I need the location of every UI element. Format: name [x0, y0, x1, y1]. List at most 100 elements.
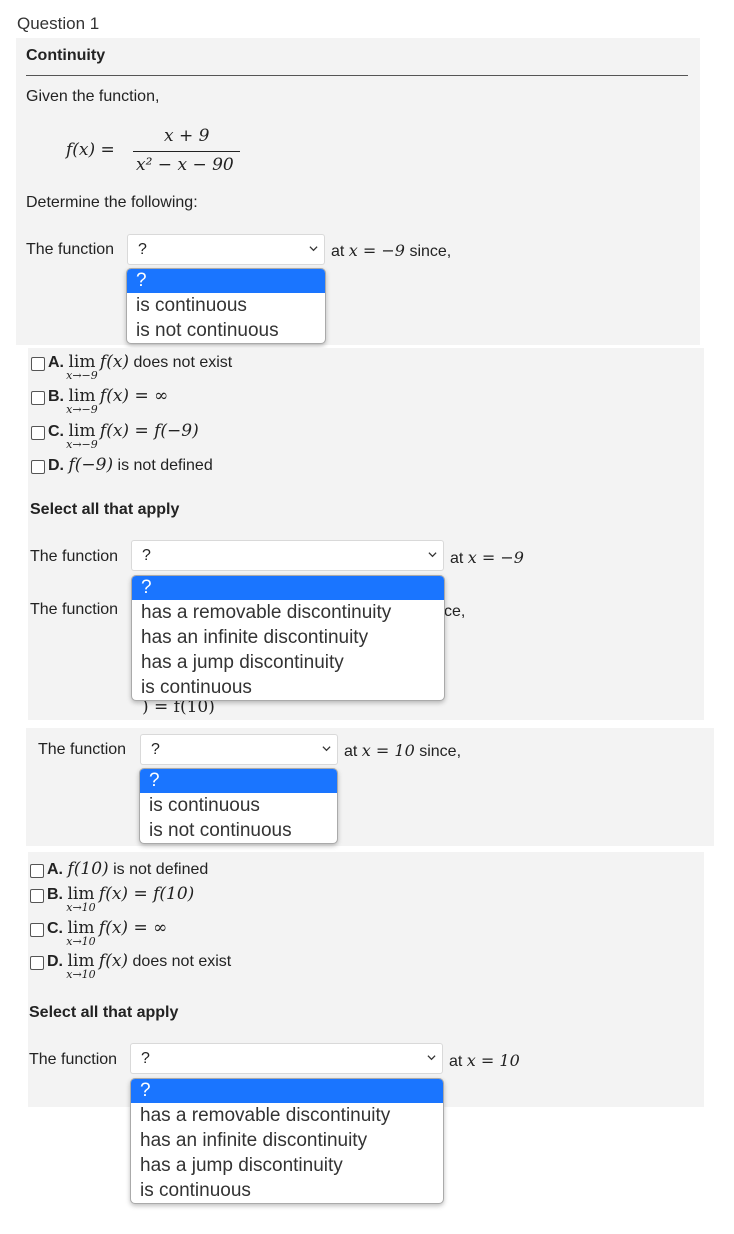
question-panel-top [16, 38, 700, 345]
dropdown-option[interactable]: has an infinite discontinuity [132, 625, 444, 650]
lim-operator: lim x→−9 [66, 421, 98, 451]
choice-c: C. lim x→−9 f(x) = f(−9) [48, 421, 199, 451]
choice-letter: D. [47, 953, 63, 970]
choice-a-checkbox[interactable] [30, 864, 44, 878]
choice-b-checkbox[interactable] [30, 889, 44, 903]
part2-partial-tail: ce, [444, 603, 466, 620]
dropdown-option[interactable]: has an infinite discontinuity [131, 1128, 443, 1153]
dropdown-option[interactable]: has a removable discontinuity [131, 1103, 443, 1128]
choice-d: D. f(−9) is not defined [48, 455, 213, 475]
chevron-down-icon [428, 552, 437, 558]
part1-select[interactable]: ? [127, 234, 325, 265]
lim-operator: lim x→10 [66, 951, 95, 981]
choice-tail: is not defined [113, 861, 209, 878]
lim-sub: x→−9 [66, 369, 98, 382]
choice-expr: f(x) = ∞ [98, 918, 168, 938]
choice-b: B. lim x→−9 f(x) = ∞ [48, 386, 169, 416]
intro-text: Given the function, [26, 88, 160, 105]
title-divider [26, 75, 688, 76]
part4-dropdown-menu[interactable]: ? has a removable discontinuity has an i… [130, 1078, 444, 1204]
lim-operator: lim x→10 [66, 918, 95, 948]
choice-c: C. lim x→10 f(x) = ∞ [47, 918, 168, 948]
choice-expr: f(x) = f(−9) [99, 421, 199, 441]
dropdown-option[interactable]: ? [132, 576, 444, 600]
part1-eq: x = −9 [348, 241, 405, 260]
part2-select[interactable]: ? [131, 540, 444, 571]
lim-sub: x→−9 [66, 403, 98, 416]
part4-prefix: The function [29, 1051, 118, 1068]
choice-expr: f(−9) [68, 455, 114, 475]
dropdown-option[interactable]: is not continuous [140, 818, 337, 843]
part3-eq: x = 10 [361, 741, 415, 760]
choice-d-checkbox[interactable] [31, 460, 45, 474]
lim-operator: lim x→−9 [66, 386, 98, 416]
chevron-down-icon [427, 1055, 436, 1061]
part2-second-prefix: The function [30, 601, 119, 618]
part3-at: at [344, 743, 358, 760]
choice-a-checkbox[interactable] [31, 357, 45, 371]
choice-expr: f(x) [98, 951, 129, 971]
part2-select-value: ? [142, 547, 151, 564]
lim-sub: x→10 [66, 935, 96, 948]
choice-b: B. lim x→10 f(x) = f(10) [47, 884, 195, 914]
part4-suffix: at x = 10 [449, 1051, 520, 1071]
dropdown-option[interactable]: ? [131, 1079, 443, 1103]
part4-select-value: ? [141, 1050, 150, 1067]
select-all-hint: Select all that apply [30, 501, 180, 518]
dropdown-option[interactable]: is continuous [132, 675, 444, 700]
chevron-down-icon [309, 246, 318, 252]
part4-select[interactable]: ? [130, 1043, 443, 1074]
choice-d-checkbox[interactable] [30, 956, 44, 970]
lim-sub: x→−9 [66, 438, 98, 451]
determine-text: Determine the following: [26, 194, 198, 211]
function-denominator: x² − x − 90 [136, 155, 234, 175]
part2-prefix: The function [30, 548, 119, 565]
choice-letter: B. [47, 886, 63, 903]
function-lhs: f(x) = [66, 140, 115, 160]
dropdown-option[interactable]: is continuous [127, 293, 325, 318]
lim-operator: lim x→10 [66, 884, 95, 914]
part3-prefix: The function [38, 741, 127, 758]
dropdown-option[interactable]: ? [140, 769, 337, 793]
dropdown-option[interactable]: has a jump discontinuity [132, 650, 444, 675]
choice-a: A. lim x→−9 f(x) does not exist [48, 352, 232, 382]
chevron-down-icon [322, 746, 331, 752]
choice-tail: does not exist [132, 953, 232, 970]
choice-letter: A. [48, 354, 64, 371]
part3-select-value: ? [151, 741, 160, 758]
part1-dropdown-menu[interactable]: ? is continuous is not continuous [126, 268, 326, 344]
part3-dropdown-menu[interactable]: ? is continuous is not continuous [139, 768, 338, 844]
part1-select-value: ? [138, 241, 147, 258]
dropdown-option[interactable]: is not continuous [127, 318, 325, 343]
choice-expr: f(x) [99, 352, 130, 372]
choice-tail: is not defined [117, 457, 213, 474]
question-label: Question 1 [17, 14, 100, 33]
choice-b-checkbox[interactable] [31, 391, 45, 405]
dropdown-option[interactable]: is continuous [131, 1178, 443, 1203]
choice-d: D. lim x→10 f(x) does not exist [47, 951, 232, 981]
dropdown-option[interactable]: has a removable discontinuity [132, 600, 444, 625]
choice-expr: f(x) = f(10) [98, 884, 195, 904]
choice-expr: f(x) = ∞ [99, 386, 169, 406]
function-numerator: x + 9 [164, 126, 210, 146]
select-all-hint: Select all that apply [29, 1004, 179, 1021]
part3-since: since, [419, 743, 462, 760]
dropdown-option[interactable]: ? [127, 269, 325, 293]
part4-eq: x = 10 [466, 1051, 520, 1070]
choice-a: A. f(10) is not defined [47, 859, 208, 879]
part3-suffix: at x = 10 since, [344, 741, 461, 761]
part4-at: at [449, 1053, 463, 1070]
lim-sub: x→10 [66, 901, 96, 914]
part2-dropdown-menu[interactable]: ? has a removable discontinuity has an i… [131, 575, 445, 701]
dropdown-option[interactable]: is continuous [140, 793, 337, 818]
choice-letter: C. [48, 423, 64, 440]
choice-c-checkbox[interactable] [31, 426, 45, 440]
dropdown-option[interactable]: has a jump discontinuity [131, 1153, 443, 1178]
choice-expr: f(10) [67, 859, 109, 879]
lim-operator: lim x→−9 [66, 352, 98, 382]
part2-eq: x = −9 [467, 548, 524, 567]
part1-prefix: The function [26, 241, 115, 258]
choice-c-checkbox[interactable] [30, 923, 44, 937]
part3-select[interactable]: ? [140, 734, 338, 765]
part1-since: since, [409, 243, 452, 260]
